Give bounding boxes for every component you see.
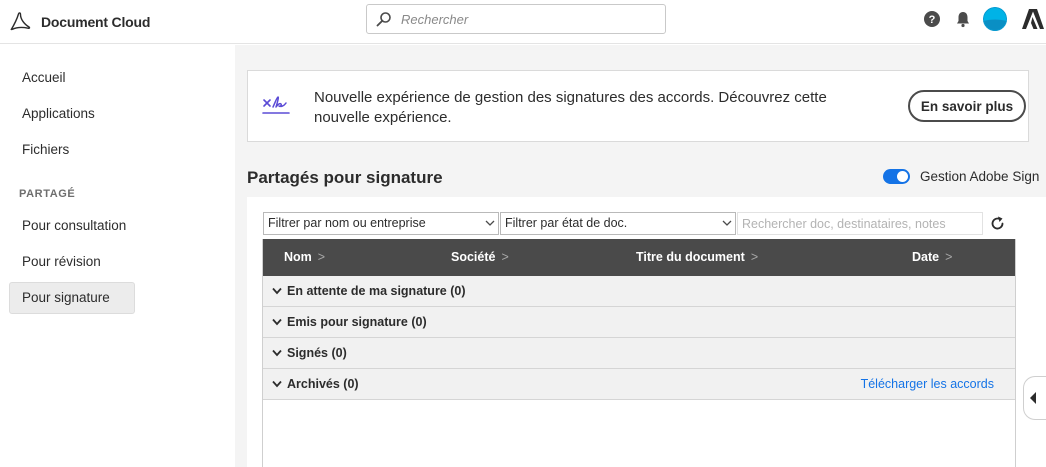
adobe-logo-icon[interactable]: [1021, 8, 1045, 30]
group-row-signes[interactable]: Signés (0): [263, 338, 1015, 369]
sidebar-item-fichiers[interactable]: Fichiers: [9, 134, 135, 166]
app-name: Document Cloud: [41, 14, 151, 30]
avatar[interactable]: [983, 7, 1007, 31]
sort-chevron-icon: >: [750, 250, 759, 264]
chevron-down-icon: [272, 287, 282, 295]
top-bar: Document Cloud ?: [0, 0, 1046, 44]
signature-icon: [262, 96, 290, 114]
group-row-archives[interactable]: Archivés (0) Télécharger les accords: [263, 369, 1015, 400]
page-title: Partagés pour signature: [247, 168, 443, 187]
column-label: Société: [451, 250, 496, 264]
group-row-en-attente[interactable]: En attente de ma signature (0): [263, 276, 1015, 307]
column-header-date[interactable]: Date >: [912, 239, 952, 276]
refresh-icon[interactable]: [989, 215, 1006, 232]
group-label: Signés (0): [287, 346, 347, 360]
download-agreements-link[interactable]: Télécharger les accords: [861, 369, 994, 399]
group-label: Emis pour signature (0): [287, 315, 427, 329]
column-header-titre[interactable]: Titre du document >: [636, 239, 758, 276]
chevron-left-icon: [1030, 392, 1036, 404]
main-area: Nouvelle expérience de gestion des signa…: [235, 45, 1046, 467]
bell-icon[interactable]: [954, 10, 972, 28]
column-label: Titre du document: [636, 250, 745, 264]
group-row-emis[interactable]: Emis pour signature (0): [263, 307, 1015, 338]
chevron-down-icon: [272, 318, 282, 326]
filter-state-select[interactable]: Filtrer par état de doc.: [500, 212, 736, 235]
agreements-table: Nom > Société > Titre du document > Date > E…: [262, 239, 1016, 467]
filter-state-value: Filtrer par état de doc.: [505, 216, 628, 230]
filter-name-select[interactable]: Filtrer par nom ou entreprise: [263, 212, 499, 235]
banner-text: Nouvelle expérience de gestion des signa…: [314, 89, 827, 126]
group-label: Archivés (0): [287, 377, 359, 391]
sidebar-item-accueil[interactable]: Accueil: [9, 62, 135, 94]
column-label: Nom: [284, 250, 312, 264]
chevron-down-icon: [722, 220, 732, 226]
brand[interactable]: Document Cloud: [8, 10, 150, 34]
filter-row: Filtrer par nom ou entreprise Filtrer pa…: [263, 212, 1023, 236]
agreements-search-input[interactable]: [737, 212, 983, 235]
sort-chevron-icon: >: [501, 250, 509, 264]
adobe-sign-toggle-label: Gestion Adobe Sign: [920, 169, 1040, 184]
chevron-down-icon: [485, 220, 495, 226]
group-label: En attente de ma signature (0): [287, 284, 466, 298]
column-header-nom[interactable]: Nom >: [284, 239, 325, 276]
sidebar-item-pour-consultation[interactable]: Pour consultation: [9, 210, 135, 242]
learn-more-button[interactable]: En savoir plus: [908, 90, 1026, 122]
search-icon: [376, 12, 391, 27]
column-header-societe[interactable]: Société >: [451, 239, 509, 276]
sidebar-item-pour-signature[interactable]: Pour signature: [9, 282, 135, 314]
sidebar: Accueil Applications Fichiers PARTAGÉ Po…: [0, 45, 234, 467]
top-icons: ?: [923, 7, 1046, 31]
chevron-down-icon: [272, 380, 282, 388]
sort-chevron-icon: >: [317, 250, 326, 264]
filter-name-value: Filtrer par nom ou entreprise: [268, 216, 426, 230]
global-search[interactable]: [366, 4, 666, 34]
acrobat-logo-icon: [10, 12, 31, 31]
svg-text:?: ?: [929, 14, 936, 26]
sidebar-item-pour-revision[interactable]: Pour révision: [9, 246, 135, 278]
collapse-panel-handle[interactable]: [1023, 376, 1046, 420]
adobe-sign-toggle-row: Gestion Adobe Sign: [883, 169, 1039, 184]
agreements-panel: Filtrer par nom ou entreprise Filtrer pa…: [247, 197, 1046, 467]
sidebar-section-label: PARTAGÉ: [19, 188, 76, 200]
global-search-input[interactable]: [401, 11, 641, 27]
column-label: Date: [912, 250, 940, 264]
help-icon[interactable]: ?: [923, 10, 941, 28]
table-header: Nom > Société > Titre du document > Date >: [263, 239, 1015, 276]
sidebar-item-applications[interactable]: Applications: [9, 98, 135, 130]
adobe-sign-toggle[interactable]: [883, 169, 910, 184]
sort-chevron-icon: >: [945, 250, 953, 264]
info-banner: Nouvelle expérience de gestion des signa…: [247, 70, 1029, 142]
chevron-down-icon: [272, 349, 282, 357]
